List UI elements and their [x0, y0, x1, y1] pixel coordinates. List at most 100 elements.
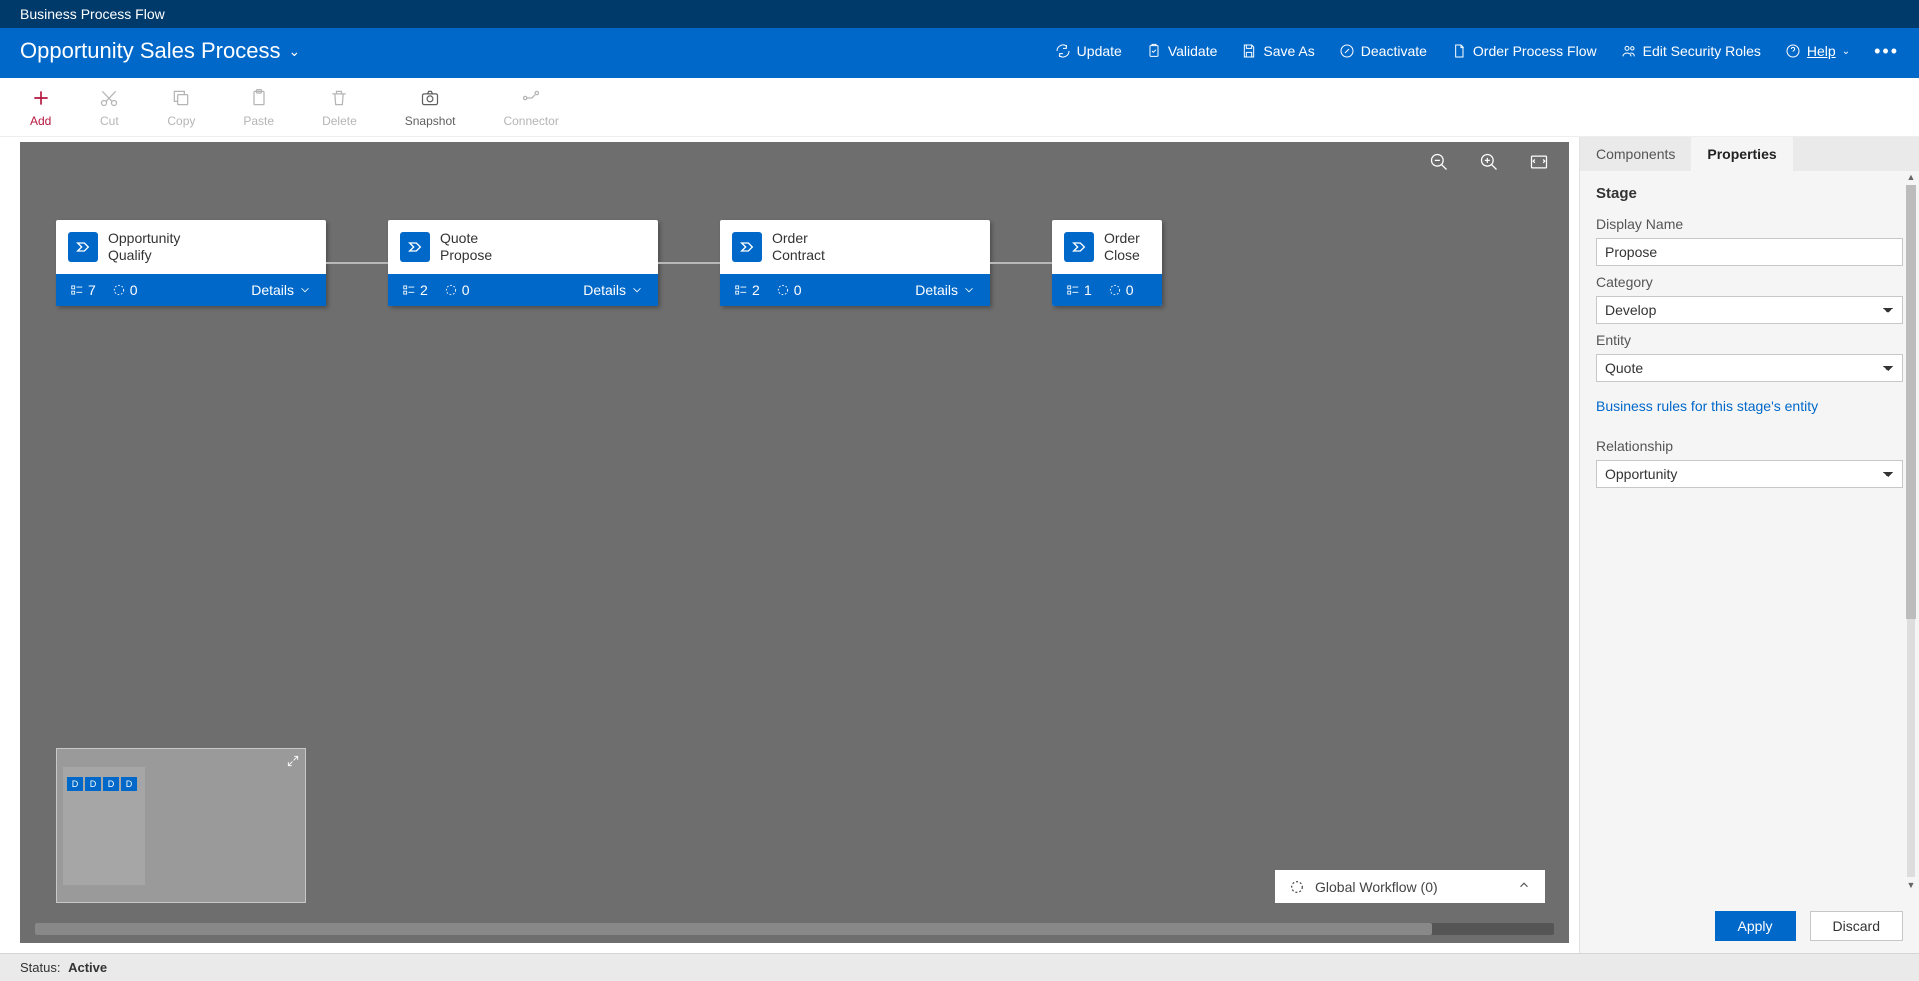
- global-workflow-label: Global Workflow (0): [1315, 879, 1438, 895]
- stage-qualify[interactable]: OpportunityQualify 70 Details: [56, 220, 326, 306]
- camera-icon: [420, 88, 440, 108]
- category-select[interactable]: Develop: [1596, 296, 1903, 324]
- global-workflow-panel[interactable]: Global Workflow (0): [1275, 870, 1545, 903]
- cut-icon: [99, 88, 119, 108]
- tab-components[interactable]: Components: [1580, 137, 1691, 171]
- document-icon: [1451, 43, 1467, 59]
- status-label: Status:: [20, 960, 60, 975]
- stage-connector: [658, 262, 720, 264]
- snapshot-button[interactable]: Snapshot: [405, 88, 456, 128]
- stage-entity: Order: [772, 230, 825, 247]
- category-label: Category: [1596, 274, 1903, 290]
- scroll-up-icon[interactable]: ▲: [1905, 171, 1917, 183]
- business-rules-link[interactable]: Business rules for this stage's entity: [1596, 398, 1818, 414]
- toolbar: Add Cut Copy Paste Delete Snapshot Conne…: [0, 78, 1919, 137]
- minimap-stages: DDDD: [67, 777, 137, 791]
- top-banner-title: Business Process Flow: [20, 6, 165, 22]
- add-button[interactable]: Add: [30, 88, 51, 128]
- canvas-tools: [1429, 152, 1549, 172]
- delete-button[interactable]: Delete: [322, 88, 357, 128]
- edit-security-roles-button[interactable]: Edit Security Roles: [1621, 43, 1761, 59]
- minimap[interactable]: DDDD: [56, 748, 306, 903]
- chevron-down-icon: ⌄: [288, 43, 300, 60]
- copy-button[interactable]: Copy: [167, 88, 195, 128]
- scrollbar-thumb[interactable]: [35, 923, 1432, 935]
- side-panel: Components Properties Stage Display Name…: [1579, 137, 1919, 953]
- stage-contract[interactable]: OrderContract20Details: [720, 220, 990, 306]
- save-as-button[interactable]: Save As: [1241, 43, 1314, 59]
- connector-icon: [521, 88, 541, 108]
- more-button[interactable]: •••: [1874, 41, 1899, 62]
- minimap-stage: D: [103, 777, 119, 791]
- stage-name: Propose: [440, 247, 492, 264]
- stage-entity: Order: [1104, 230, 1140, 247]
- scroll-down-icon[interactable]: ▼: [1905, 879, 1917, 891]
- delete-icon: [329, 88, 349, 108]
- stage-icon: [1064, 232, 1094, 262]
- status-bar: Status: Active: [0, 953, 1919, 981]
- chevron-up-icon[interactable]: [1517, 878, 1531, 895]
- properties-body: Stage Display Name Category Develop Enti…: [1580, 171, 1919, 899]
- stage-workflow-count: 0: [112, 282, 138, 298]
- minimap-stage: D: [67, 777, 83, 791]
- header-bar: Opportunity Sales Process ⌄ Update Valid…: [0, 28, 1919, 78]
- paste-icon: [249, 88, 269, 108]
- stage-propose[interactable]: QuotePropose 20 Details: [388, 220, 658, 306]
- process-title[interactable]: Opportunity Sales Process ⌄: [20, 38, 300, 64]
- chevron-down-icon: ⌄: [1842, 46, 1850, 57]
- zoom-out-icon[interactable]: [1429, 152, 1449, 172]
- section-header: Stage: [1596, 185, 1903, 202]
- side-tabs: Components Properties: [1580, 137, 1919, 171]
- stage-name: Contract: [772, 247, 825, 264]
- stage-connector: [990, 262, 1052, 264]
- validate-button[interactable]: Validate: [1146, 43, 1218, 59]
- stage-field-count: 1: [1066, 282, 1092, 298]
- entity-select[interactable]: Quote: [1596, 354, 1903, 382]
- update-button[interactable]: Update: [1055, 43, 1122, 59]
- apply-button[interactable]: Apply: [1715, 911, 1796, 941]
- help-icon: [1785, 43, 1801, 59]
- relationship-select[interactable]: Opportunity: [1596, 460, 1903, 488]
- process-title-text: Opportunity Sales Process: [20, 38, 280, 64]
- connector-button[interactable]: Connector: [503, 88, 558, 128]
- canvas-horizontal-scrollbar[interactable]: [35, 923, 1554, 935]
- minimap-stage: D: [121, 777, 137, 791]
- stage-details-button[interactable]: Details: [583, 282, 644, 298]
- stage-workflow-count: 0: [444, 282, 470, 298]
- people-icon: [1621, 43, 1637, 59]
- stage-close[interactable]: OrderClose 10: [1052, 220, 1162, 306]
- top-banner: Business Process Flow: [0, 0, 1919, 28]
- stage-icon: [400, 232, 430, 262]
- stage-field-count: 7: [70, 282, 96, 298]
- main: OpportunityQualify70DetailsQuotePropose2…: [0, 137, 1919, 953]
- stage-field-count: 2: [402, 282, 428, 298]
- workflow-icon: [1289, 879, 1305, 895]
- side-vertical-scrollbar[interactable]: ▲ ▼: [1905, 169, 1917, 893]
- display-name-input[interactable]: [1596, 238, 1903, 266]
- canvas-wrap: OpportunityQualify70DetailsQuotePropose2…: [0, 137, 1579, 953]
- canvas[interactable]: OpportunityQualify70DetailsQuotePropose2…: [20, 142, 1569, 943]
- stage-workflow-count: 0: [1108, 282, 1134, 298]
- minimap-expand[interactable]: [286, 754, 300, 773]
- deactivate-button[interactable]: Deactivate: [1339, 43, 1427, 59]
- stage-details-button[interactable]: Details: [251, 282, 312, 298]
- stage-details-button[interactable]: Details: [915, 282, 976, 298]
- stage-name: Close: [1104, 247, 1140, 264]
- stage-entity: Quote: [440, 230, 492, 247]
- help-button[interactable]: Help ⌄: [1785, 43, 1850, 59]
- cut-button[interactable]: Cut: [99, 88, 119, 128]
- fit-to-screen-icon[interactable]: [1529, 152, 1549, 172]
- save-icon: [1241, 43, 1257, 59]
- order-process-flow-button[interactable]: Order Process Flow: [1451, 43, 1597, 59]
- scrollbar-thumb[interactable]: [1906, 185, 1916, 619]
- stage-name: Qualify: [108, 247, 180, 264]
- discard-button[interactable]: Discard: [1810, 911, 1903, 941]
- stage-icon: [732, 232, 762, 262]
- zoom-in-icon[interactable]: [1479, 152, 1499, 172]
- paste-button[interactable]: Paste: [243, 88, 274, 128]
- tab-properties[interactable]: Properties: [1691, 137, 1792, 171]
- minimap-stage: D: [85, 777, 101, 791]
- stage-row: OpportunityQualify70DetailsQuotePropose2…: [56, 220, 1162, 306]
- refresh-icon: [1055, 43, 1071, 59]
- stage-entity: Opportunity: [108, 230, 180, 247]
